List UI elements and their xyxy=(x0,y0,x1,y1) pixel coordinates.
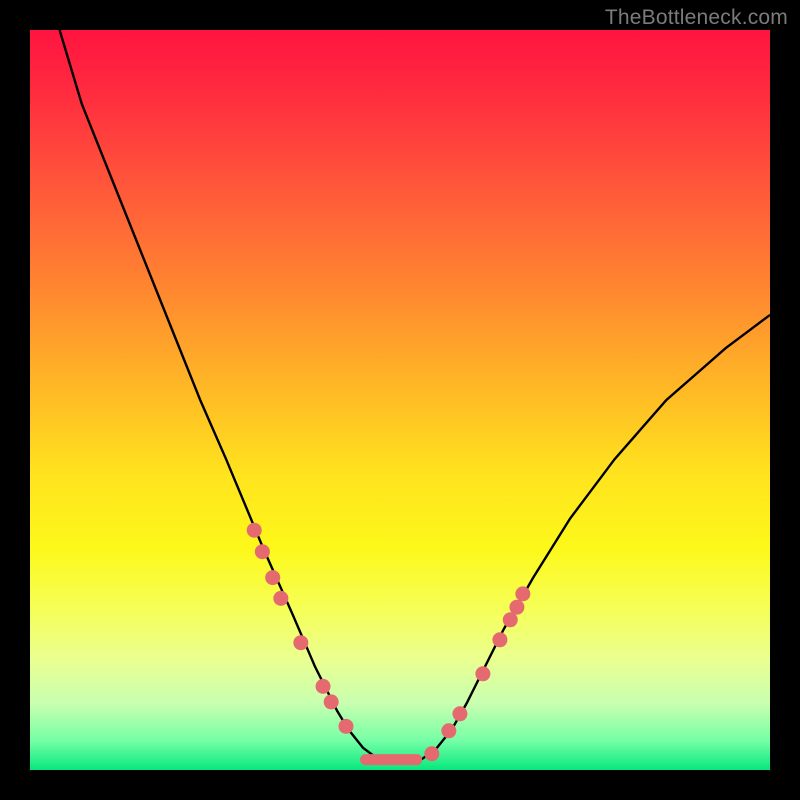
bottleneck-curve xyxy=(60,30,770,763)
curve-dot xyxy=(255,544,270,559)
flat-connector xyxy=(360,754,422,765)
curve-dot xyxy=(492,632,507,647)
curve-dot xyxy=(509,600,524,615)
curve-dot xyxy=(441,723,456,738)
curve-dot xyxy=(324,694,339,709)
curve-dot xyxy=(452,706,467,721)
curve-dot xyxy=(265,570,280,585)
watermark-text: TheBottleneck.com xyxy=(605,6,788,30)
curve-dot xyxy=(273,591,288,606)
curve-dots-left xyxy=(247,523,354,734)
curve-dot xyxy=(475,666,490,681)
curve-dot xyxy=(424,746,439,761)
curve-dot xyxy=(515,586,530,601)
curve-dots-right xyxy=(424,586,530,761)
plot-area xyxy=(30,30,770,770)
curve-dot xyxy=(316,679,331,694)
curve-dot xyxy=(247,523,262,538)
curve-layer xyxy=(30,30,770,770)
chart-frame: TheBottleneck.com xyxy=(0,0,800,800)
curve-dot xyxy=(338,719,353,734)
curve-dot xyxy=(293,635,308,650)
